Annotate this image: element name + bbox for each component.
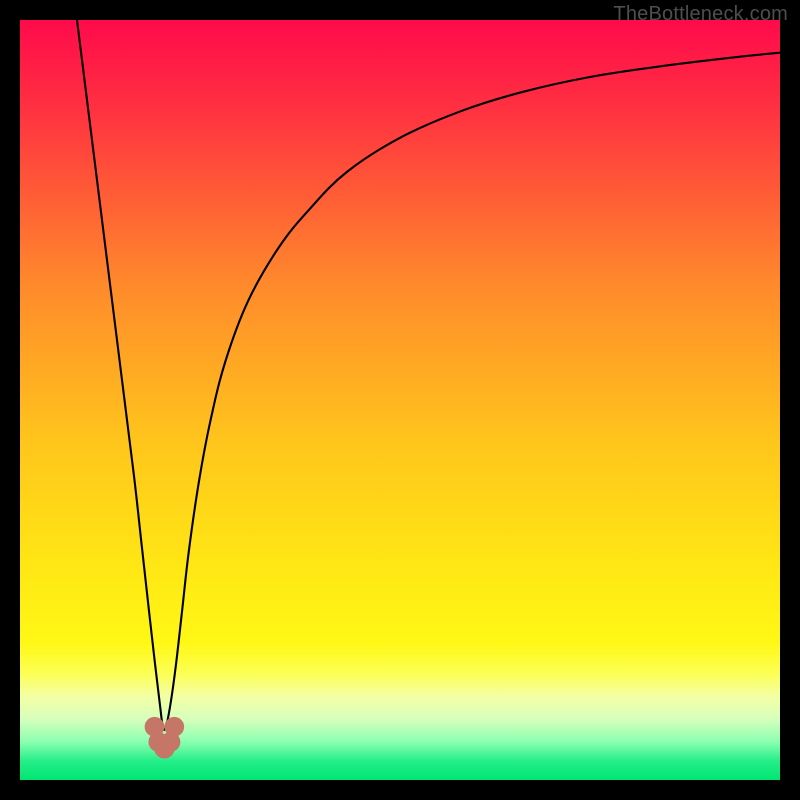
plot-area [20, 20, 780, 780]
bottleneck-chart [20, 20, 780, 780]
chart-frame: TheBottleneck.com [0, 0, 800, 800]
gradient-background [20, 20, 780, 780]
valley-point-e [164, 717, 184, 737]
